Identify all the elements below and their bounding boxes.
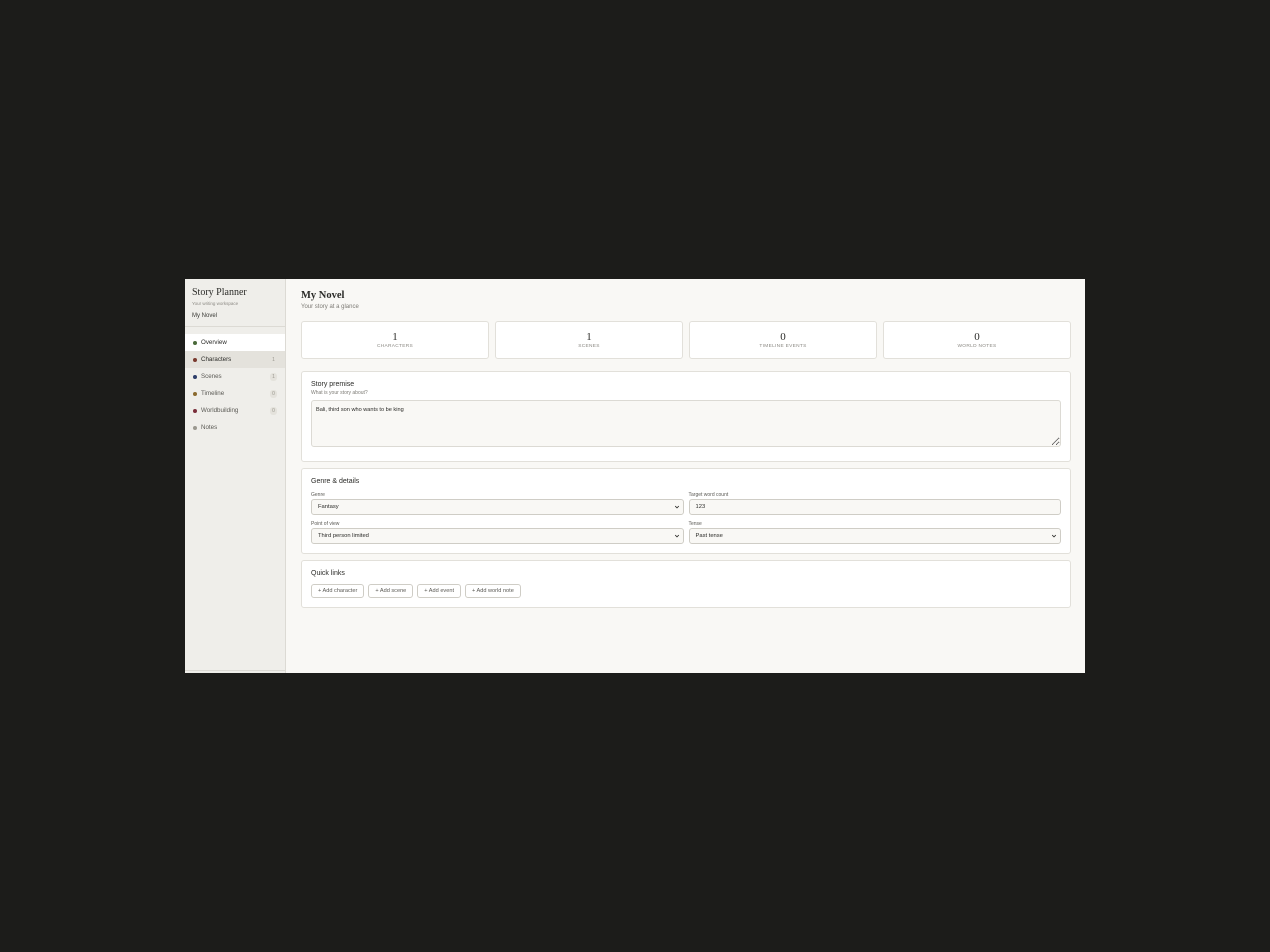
add-world-note-button[interactable]: + Add world note [465,584,521,598]
sidebar-item-label: Scenes [201,373,222,380]
sidebar-item-label: Timeline [201,390,225,397]
sidebar-item-label: Characters [201,356,232,363]
stat-label: TIMELINE EVENTS [759,344,807,349]
sidebar-item-label: Notes [201,424,218,431]
sidebar-footer-divider [185,670,285,671]
add-character-button[interactable]: + Add character [311,584,365,598]
details-grid: Genre Fantasy Target word count 123 Poin… [311,492,1061,544]
quick-links-title: Quick links [311,570,345,577]
pov-value: Third person limited [318,533,369,539]
tense-select[interactable]: Past tense [688,528,1061,544]
stat-value: 1 [586,331,592,343]
count-badge: 1 [270,355,277,364]
dot-icon [193,391,197,396]
dot-icon [193,340,197,345]
premise-card: Story premise What is your story about? … [301,371,1071,462]
sidebar-item-scenes[interactable]: Scenes 1 [185,368,285,385]
dot-icon [193,408,197,413]
details-title: Genre & details [311,478,360,485]
chevron-down-icon [674,505,679,509]
stat-label: WORLD NOTES [957,344,997,349]
pov-label: Point of view [311,521,340,527]
word-count-field: Target word count 123 [688,492,1061,515]
sidebar-item-characters[interactable]: Characters 1 [185,351,285,368]
count-badge: 0 [270,389,277,398]
tense-field: Tense Past tense [688,521,1061,544]
word-count-value: 123 [695,504,706,510]
stats-row: 1 CHARACTERS 1 SCENES 0 TIMELINE EVENTS … [301,321,1071,359]
app-window: Story Planner Your writing workspace My … [185,279,1085,673]
stat-label: SCENES [578,344,600,349]
project-name[interactable]: My Novel [192,313,278,320]
pov-select[interactable]: Third person limited [311,528,684,544]
page-title: My Novel [301,290,345,301]
main-content: My Novel Your story at a glance 1 CHARAC… [286,279,1085,673]
word-count-label: Target word count [688,492,729,498]
sidebar-item-overview[interactable]: Overview [185,334,285,351]
chevron-down-icon [1051,534,1057,538]
quick-links-card: Quick links + Add character + Add scene … [301,560,1071,608]
tense-label: Tense [688,521,702,527]
add-scene-button[interactable]: + Add scene [368,584,414,598]
dot-icon [193,425,197,430]
sidebar-item-worldbuilding[interactable]: Worldbuilding 0 [185,402,285,419]
premise-textarea[interactable]: Bali, third son who wants to be king [311,400,1061,447]
genre-field: Genre Fantasy [311,492,684,515]
stat-card-timeline-events[interactable]: 0 TIMELINE EVENTS [689,321,877,359]
tense-value: Past tense [695,533,723,539]
sidebar-nav: Overview Characters 1 Scenes 1 Timeline … [185,334,285,436]
sidebar-item-label: Worldbuilding [201,407,239,414]
stat-value: 0 [974,331,980,343]
stat-card-scenes[interactable]: 1 SCENES [495,321,683,359]
premise-subtitle: What is your story about? [311,390,368,396]
genre-label: Genre [311,492,325,498]
app-title: Story Planner [192,287,247,298]
sidebar: Story Planner Your writing workspace My … [185,279,286,673]
dot-icon [193,374,197,379]
details-card: Genre & details Genre Fantasy Target wor… [301,468,1071,554]
dot-icon [193,357,197,362]
count-badge: 1 [270,372,277,381]
count-badge: 0 [270,406,277,415]
pov-field: Point of view Third person limited [311,521,684,544]
stat-card-characters[interactable]: 1 CHARACTERS [301,321,489,359]
add-event-button[interactable]: + Add event [417,584,461,598]
stat-card-world-notes[interactable]: 0 WORLD NOTES [883,321,1071,359]
stat-value: 1 [392,331,398,343]
app-subtitle: Your writing workspace [192,301,239,306]
stat-label: CHARACTERS [376,344,414,349]
brand: Story Planner Your writing workspace My … [185,279,285,327]
quick-links-row: + Add character + Add scene + Add event … [311,584,1061,598]
genre-select[interactable]: Fantasy [311,499,684,515]
sidebar-item-label: Overview [201,339,227,346]
genre-value: Fantasy [318,504,339,510]
sidebar-item-timeline[interactable]: Timeline 0 [185,385,285,402]
chevron-down-icon [674,534,679,538]
page-subtitle: Your story at a glance [301,304,359,310]
sidebar-item-notes[interactable]: Notes [185,419,285,436]
stat-value: 0 [780,331,786,343]
word-count-input[interactable]: 123 [688,499,1061,515]
premise-title: Story premise [311,381,355,388]
